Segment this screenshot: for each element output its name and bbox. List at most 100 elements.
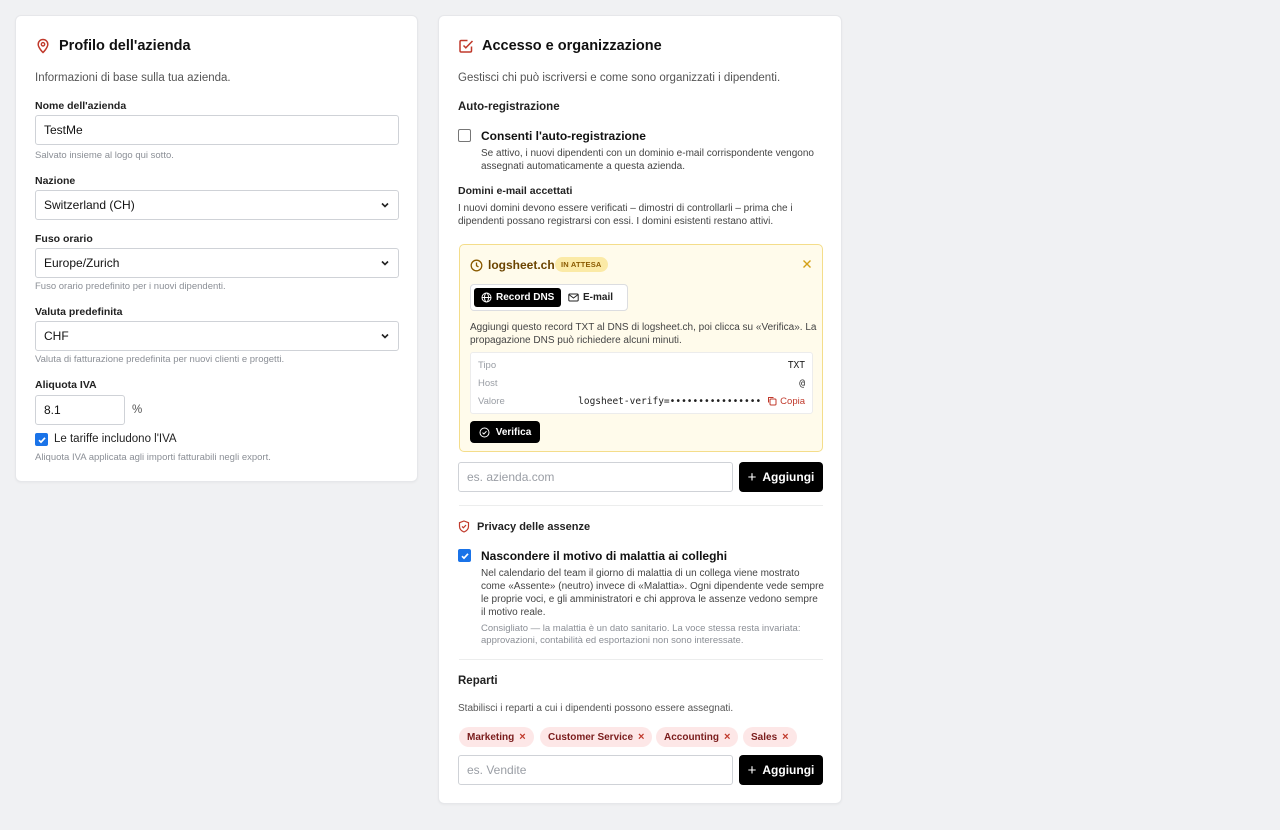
country-value: Switzerland (CH) [44, 198, 135, 212]
privacy-help-2: come «Assente» (neutro) invece di «Malat… [481, 581, 824, 592]
add-department-button[interactable]: + Aggiungi [739, 755, 823, 785]
dns-key: Valore [478, 395, 505, 407]
copy-label: Copia [780, 395, 805, 407]
dns-row-type: Tipo TXT [478, 358, 805, 372]
dns-row-value: Valore logsheet-verify=•••••••••••••••• … [478, 394, 805, 408]
divider [459, 505, 823, 506]
vat-input[interactable]: 8.1 [35, 395, 125, 425]
company-profile-card: Profilo dell'azienda Informazioni di bas… [15, 15, 418, 482]
department-tag-label: Accounting [664, 731, 719, 743]
vat-hint: Aliquota IVA applicata agli importi fatt… [35, 452, 271, 463]
tab-dns-record-label: Record DNS [496, 292, 555, 303]
dns-row-host: Host @ [478, 376, 805, 390]
dns-record-table: Tipo TXT Host @ Valore logsheet-verify=•… [470, 352, 813, 414]
add-department-label: Aggiungi [762, 763, 815, 777]
access-organization-card: Accesso e organizzazione Gestisci chi pu… [438, 15, 842, 804]
dns-value: @ [799, 377, 805, 389]
department-input[interactable]: es. Vendite [458, 755, 733, 785]
add-domain-label: Aggiungi [762, 470, 815, 484]
department-tag-label: Sales [751, 731, 778, 743]
self-registration-label[interactable]: Consenti l'auto-registrazione [481, 129, 646, 143]
domains-help-1: I nuovi domini devono essere verificati … [458, 203, 793, 214]
company-name-label: Nome dell'azienda [35, 100, 127, 112]
access-description: Gestisci chi può iscriversi e come sono … [458, 72, 781, 84]
domains-heading: Domini e-mail accettati [458, 185, 573, 197]
domains-help-2: dipendenti possano registrarsi con essi.… [458, 216, 774, 227]
hide-sickness-checkbox[interactable] [458, 549, 471, 562]
company-name-input[interactable]: TestMe [35, 115, 399, 145]
privacy-heading: Privacy delle assenze [477, 520, 591, 533]
domain-input[interactable]: es. azienda.com [458, 462, 733, 492]
timezone-label: Fuso orario [35, 233, 93, 245]
currency-label: Valuta predefinita [35, 306, 123, 318]
plus-icon: + [747, 761, 757, 779]
tab-email-label: E-mail [583, 292, 614, 303]
department-tag: Sales × [743, 727, 797, 747]
company-name-hint: Salvato insieme al logo qui sotto. [35, 150, 174, 161]
close-icon[interactable] [801, 257, 813, 275]
privacy-help-1: Nel calendario del team il giorno di mal… [481, 568, 800, 579]
timezone-value: Europe/Zurich [44, 256, 120, 270]
vat-included-checkbox[interactable] [35, 433, 48, 446]
currency-hint: Valuta di fatturazione predefinita per n… [35, 354, 285, 365]
dns-instructions-1: Aggiungi questo record TXT al DNS di log… [470, 322, 817, 333]
self-registration-help-2: assegnati automaticamente a questa azien… [481, 161, 686, 172]
company-profile-title-text: Profilo dell'azienda [59, 38, 191, 54]
check-icon [460, 552, 469, 559]
self-registration-heading: Auto-registrazione [458, 101, 560, 113]
pending-status-badge: IN ATTESA [555, 257, 608, 272]
department-tag-label: Customer Service [548, 731, 634, 743]
domain-input-placeholder: es. azienda.com [467, 470, 555, 484]
country-label: Nazione [35, 175, 76, 187]
map-pin-icon [35, 38, 51, 54]
chevron-down-icon [380, 331, 390, 341]
departments-description: Stabilisci i reparti a cui i dipendenti … [458, 703, 734, 714]
chevron-down-icon [380, 200, 390, 210]
country-select[interactable]: Switzerland (CH) [35, 190, 399, 220]
dns-value: TXT [787, 359, 805, 371]
self-registration-checkbox[interactable] [458, 129, 471, 142]
dns-key: Tipo [478, 359, 497, 371]
currency-value: CHF [44, 329, 69, 343]
vat-included-label[interactable]: Le tariffe includono l'IVA [54, 433, 177, 445]
dns-instructions-2: propagazione DNS può richiedere alcuni m… [470, 335, 682, 346]
self-registration-help-1: Se attivo, i nuovi dipendenti con un dom… [481, 148, 814, 159]
vat-percent-unit: % [132, 404, 143, 416]
company-name-value: TestMe [44, 123, 83, 137]
checkbox-square-icon [458, 38, 474, 54]
verify-label: Verifica [495, 426, 532, 438]
privacy-heading-row: Privacy delle assenze [458, 520, 590, 533]
copy-button[interactable]: Copia [767, 396, 805, 407]
timezone-hint: Fuso orario predefinito per i nuovi dipe… [35, 281, 226, 292]
mail-icon [568, 293, 579, 302]
timezone-select[interactable]: Europe/Zurich [35, 248, 399, 278]
plus-icon: + [747, 468, 757, 486]
department-tag: Accounting × [656, 727, 739, 747]
dns-key: Host [478, 377, 498, 389]
remove-icon[interactable]: × [782, 731, 788, 743]
shield-check-icon [458, 520, 470, 533]
pending-domain-header: logsheet.ch [470, 258, 555, 272]
department-tag: Marketing × [459, 727, 534, 747]
check-icon [37, 436, 46, 443]
hide-sickness-label[interactable]: Nascondere il motivo di malattia ai coll… [481, 549, 727, 563]
currency-select[interactable]: CHF [35, 321, 399, 351]
remove-icon[interactable]: × [519, 731, 525, 743]
divider [459, 659, 823, 660]
company-profile-description: Informazioni di base sulla tua azienda. [35, 72, 231, 84]
pending-domain-panel: logsheet.ch IN ATTESA Record DNS E-mail … [459, 244, 823, 452]
dns-value: logsheet-verify=•••••••••••••••• [578, 395, 762, 407]
department-tag: Customer Service × [540, 727, 653, 747]
copy-icon [768, 397, 777, 406]
verification-method-tabs: Record DNS E-mail [470, 284, 628, 311]
vat-value: 8.1 [44, 403, 61, 417]
tab-dns-record[interactable]: Record DNS [474, 288, 562, 307]
remove-icon[interactable]: × [638, 731, 644, 743]
privacy-help-3: le proprie voci, e gli amministratori e … [481, 594, 818, 605]
add-domain-button[interactable]: + Aggiungi [739, 462, 823, 492]
verify-button[interactable]: Verifica [470, 421, 540, 443]
remove-icon[interactable]: × [724, 731, 730, 743]
tab-email[interactable]: E-mail [561, 288, 620, 307]
dns-value-group: logsheet-verify=•••••••••••••••• Copia [578, 396, 805, 407]
department-tag-label: Marketing [467, 731, 515, 743]
